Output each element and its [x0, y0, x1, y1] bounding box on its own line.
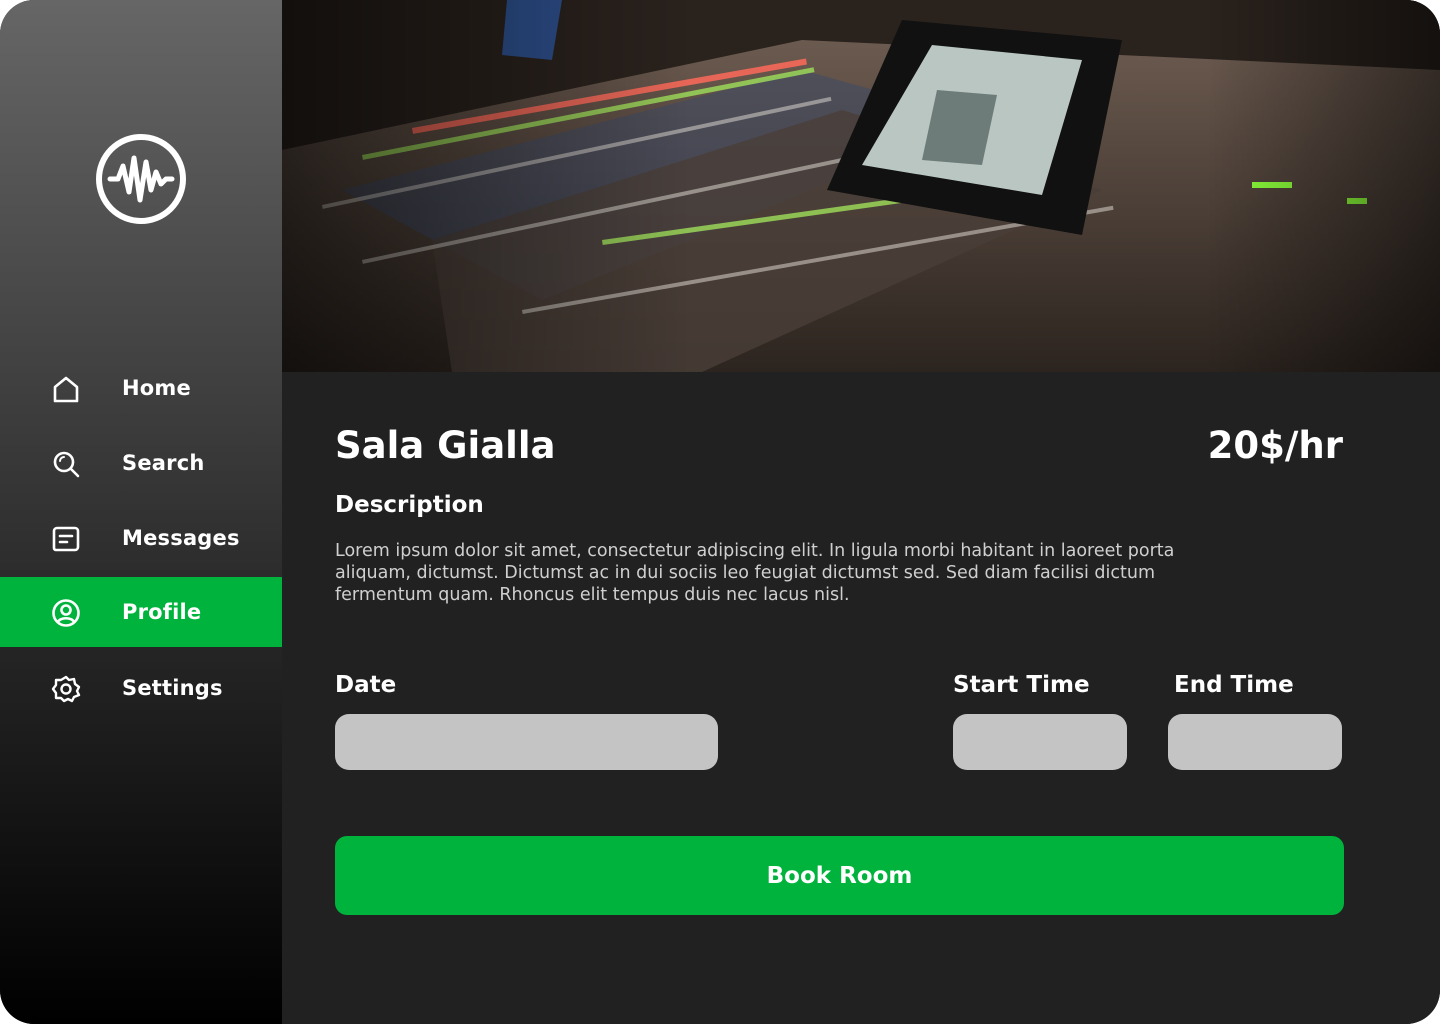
end-time-input[interactable] [1168, 714, 1342, 770]
message-icon [52, 526, 80, 552]
start-time-label: Start Time [953, 672, 1090, 698]
app-window: Home Search Messages Profile Settings Sa… [0, 0, 1440, 1024]
sidebar-item-label: Settings [122, 676, 223, 700]
description-heading: Description [335, 492, 484, 518]
home-icon [53, 376, 79, 403]
waveform-logo-icon [96, 134, 186, 224]
sidebar-item-home[interactable]: Home [0, 353, 282, 423]
user-icon [52, 599, 80, 627]
sidebar-item-label: Search [122, 451, 205, 475]
description-text: Lorem ipsum dolor sit amet, consectetur … [335, 541, 1175, 605]
mixing-console-image [282, 0, 1440, 372]
sidebar-item-search[interactable]: Search [0, 428, 282, 498]
search-icon [53, 451, 80, 478]
sidebar-item-label: Home [122, 376, 191, 400]
sidebar-item-profile[interactable]: Profile [0, 577, 282, 647]
date-input[interactable] [335, 714, 718, 770]
end-time-label: End Time [1174, 672, 1294, 698]
sidebar-item-label: Messages [122, 526, 240, 550]
sidebar: Home Search Messages Profile Settings [0, 0, 282, 1024]
gear-icon [51, 675, 81, 703]
room-price: 20$/hr [1207, 424, 1343, 467]
start-time-input[interactable] [953, 714, 1127, 770]
room-title: Sala Gialla [335, 424, 556, 467]
date-label: Date [335, 672, 397, 698]
room-photo [282, 0, 1440, 372]
sidebar-item-settings[interactable]: Settings [0, 653, 282, 723]
book-room-button[interactable]: Book Room [335, 836, 1344, 915]
sidebar-item-messages[interactable]: Messages [0, 503, 282, 573]
room-details: Sala Gialla 20$/hr Description Lorem ips… [282, 372, 1440, 1024]
sidebar-item-label: Profile [122, 600, 202, 624]
